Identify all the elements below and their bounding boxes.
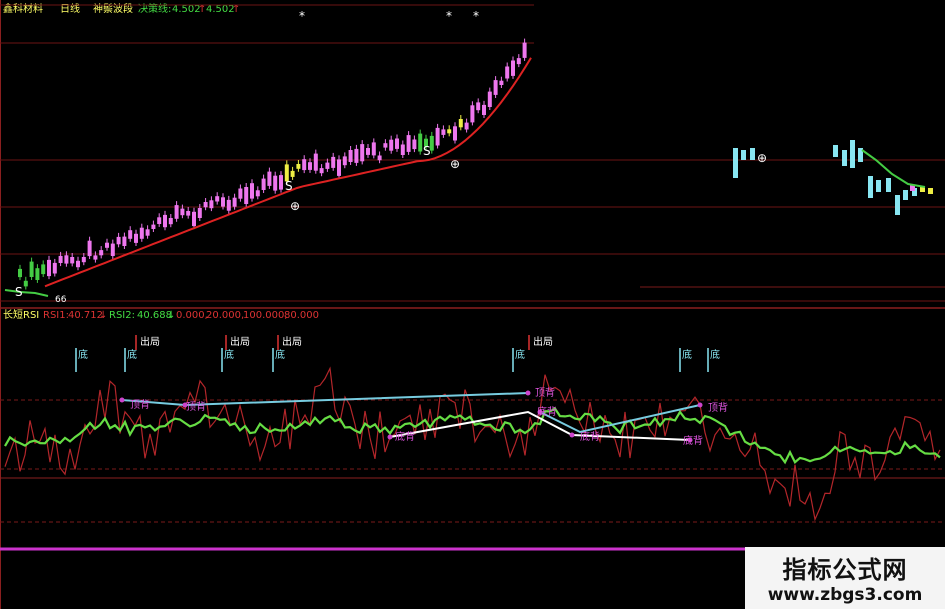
top-divergence-label: 顶背 [186,400,206,413]
rsi1-label: RSI1: [43,310,69,321]
rsi1-line [4,366,941,522]
top-divergence-label: 顶背 [130,398,150,411]
rsi-indicator-name: 长短RSI [3,308,39,321]
bottom-divergence-label: 底背 [537,405,557,418]
candlestick [833,145,838,157]
candlestick [733,148,738,178]
divergence-point [697,402,703,408]
candlestick [868,176,873,198]
candlestick [903,190,908,200]
coin-marker: ⊕ [290,199,300,213]
coin-marker: ⊕ [450,157,460,171]
arrow-up-2: ↑ [232,4,240,15]
rsi2-arrow: ↓ [167,310,175,321]
decision-value-1: 4.502 [172,4,201,15]
level-100-label: 100.000, [243,310,288,321]
buy-signal-label: 底 [710,348,720,361]
exit-signal-label: 出局 [533,335,553,348]
decision-line-green-start [4,289,49,297]
decision-line-label: 决策线: [138,2,171,15]
top-divergence-line [121,392,529,407]
bottom-divergence-label: 底背 [580,430,600,443]
divergence-point [119,397,125,403]
site-watermark: 指标公式网 www.zbgs3.com [745,547,945,609]
upper-header: 鑫科材料 日线 神鬃波段 决策线: 4.502 ↑ 4.502 ↑ [3,2,240,15]
lower-header: 长短RSI RSI1: 40.712 ↓ RSI2: 40.688 ↓ 0.00… [3,308,319,321]
candlestick [876,180,881,192]
level-0-label: 0.000, [176,310,208,321]
candlestick [750,148,755,160]
divergence-point [525,390,531,396]
chart-canvas[interactable]: 鑫科材料 日线 神鬃波段 决策线: 4.502 ↑ 4.502 ↑ 长短RSI … [0,0,945,609]
top-divergence-label: 顶背 [535,386,555,399]
candlestick [895,195,900,215]
rsi1-arrow: ↓ [99,310,107,321]
buy-signal-label: 底 [515,348,525,361]
sell-marker: S [423,144,431,158]
star-marker: * [446,9,452,23]
level-20-label: 20.000, [206,310,244,321]
sell-marker: S [15,285,23,299]
exit-signal-label: 出局 [282,335,302,348]
small-number-marker: 66 [55,295,67,305]
divergence-point [387,434,393,440]
rsi2-label: RSI2: [109,310,135,321]
rsi1-value: 40.712 [68,310,103,321]
bottom-divergence-label: 底背 [395,430,415,443]
bottom-divergence-label: 底背 [683,434,703,447]
candlestick [842,150,847,166]
level-80-label: 80.000 [284,310,319,321]
exit-signal-label: 出局 [140,335,160,348]
buy-signal-label: 底 [682,348,692,361]
top-divergence-label: 顶背 [708,401,728,414]
indicator-name: 神鬃波段 [93,2,133,15]
candlestick [741,150,746,160]
sell-marker: S [285,179,293,193]
divergence-point [569,432,575,438]
coin-marker: ⊕ [757,151,767,165]
period-label: 日线 [60,2,80,15]
decision-value-2: 4.502 [206,4,235,15]
candlestick [850,140,855,168]
candlestick [886,178,891,192]
exit-signal-label: 出局 [230,335,250,348]
buy-signal-label: 底 [275,348,285,361]
candlestick [928,188,933,194]
chart-window: 鑫科材料 日线 神鬃波段 决策线: 4.502 ↑ 4.502 ↑ 长短RSI … [0,0,945,609]
star-marker: * [473,9,479,23]
stock-name: 鑫科材料 [3,2,43,15]
buy-signal-label: 底 [78,348,88,361]
chart-marks: SSS⊕⊕ ⊕66* * *顶背 顶背顶背顶背底背底背底背 底背底底底底底底底出局 出局 出局… [0,0,945,609]
star-marker: * [299,9,305,23]
